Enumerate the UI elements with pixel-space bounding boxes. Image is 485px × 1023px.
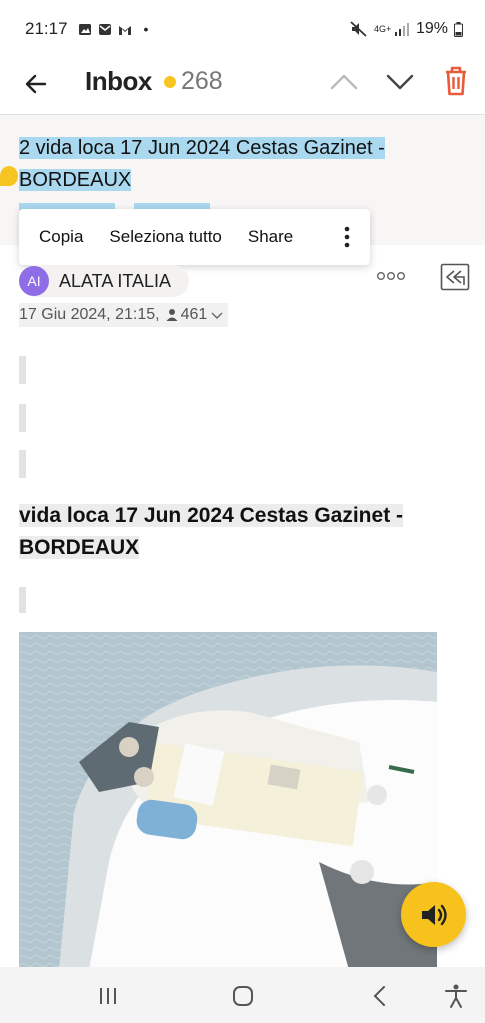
mail-app-icon bbox=[98, 23, 111, 35]
unread-count: 268 bbox=[181, 67, 223, 95]
page-title: Inbox bbox=[85, 66, 152, 96]
email-screen: 21:17 • 4G+ 19% Inbox 268 2 vida loca 17… bbox=[0, 0, 485, 1023]
home-icon[interactable] bbox=[230, 983, 256, 1009]
more-horizontal-icon[interactable] bbox=[376, 268, 406, 284]
signal-icon bbox=[394, 23, 409, 36]
avatar: AI bbox=[19, 266, 49, 296]
battery-icon bbox=[454, 21, 463, 37]
back-button[interactable] bbox=[18, 66, 54, 102]
recipient-count: 461 bbox=[180, 306, 208, 323]
arrow-left-icon bbox=[25, 74, 47, 94]
message-time: 21:15, bbox=[115, 306, 160, 323]
more-vertical-icon[interactable] bbox=[344, 225, 350, 249]
select-all-menu-item[interactable]: Seleziona tutto bbox=[109, 227, 221, 247]
network-label: 4G+ bbox=[373, 23, 392, 34]
copy-menu-item[interactable]: Copia bbox=[39, 227, 83, 247]
message-date: 17 Giu 2024, bbox=[19, 306, 111, 323]
reply-all-icon[interactable] bbox=[440, 263, 470, 291]
accessibility-icon[interactable] bbox=[443, 983, 469, 1009]
gmail-icon bbox=[118, 25, 131, 35]
status-bar: 21:17 • 4G+ 19% bbox=[0, 0, 485, 58]
spacer-bar bbox=[19, 356, 26, 384]
back-nav-icon[interactable] bbox=[367, 983, 393, 1009]
recent-apps-icon[interactable] bbox=[95, 983, 121, 1009]
sender-chip[interactable]: AI ALATA ITALIA bbox=[19, 265, 190, 297]
mute-icon bbox=[350, 21, 367, 37]
read-aloud-button[interactable] bbox=[401, 882, 466, 947]
body-heading: vida loca 17 Jun 2024 Cestas Gazinet - B… bbox=[19, 504, 404, 559]
unread-indicator bbox=[164, 76, 176, 88]
sender-name: ALATA ITALIA bbox=[59, 270, 172, 291]
gallery-icon bbox=[78, 23, 91, 35]
system-nav-bar bbox=[0, 967, 485, 1023]
message-meta[interactable]: 17 Giu 2024, 21:15, 461 bbox=[19, 303, 229, 327]
battery-level: 19% bbox=[415, 20, 448, 37]
clock: 21:17 bbox=[25, 19, 68, 38]
chevron-down-icon bbox=[211, 312, 223, 319]
spacer-bar bbox=[19, 404, 26, 432]
spacer-bar bbox=[19, 587, 26, 613]
chevron-up-icon[interactable] bbox=[328, 66, 360, 98]
speaker-icon bbox=[421, 904, 447, 925]
yacht-image[interactable] bbox=[19, 632, 437, 970]
selection-handle[interactable] bbox=[0, 166, 18, 186]
dot-indicator: • bbox=[143, 21, 149, 37]
text-selection-menu: Copia Seleziona tutto Share bbox=[19, 209, 370, 265]
message-subject[interactable]: 2 vida loca 17 Jun 2024 Cestas Gazinet -… bbox=[19, 132, 399, 196]
share-menu-item[interactable]: Share bbox=[248, 227, 293, 247]
app-header: Inbox 268 bbox=[0, 58, 485, 114]
chevron-down-icon[interactable] bbox=[384, 66, 416, 98]
person-icon bbox=[166, 309, 178, 321]
trash-icon[interactable] bbox=[442, 64, 470, 98]
spacer-bar bbox=[19, 450, 26, 478]
yacht-illustration bbox=[19, 632, 437, 970]
